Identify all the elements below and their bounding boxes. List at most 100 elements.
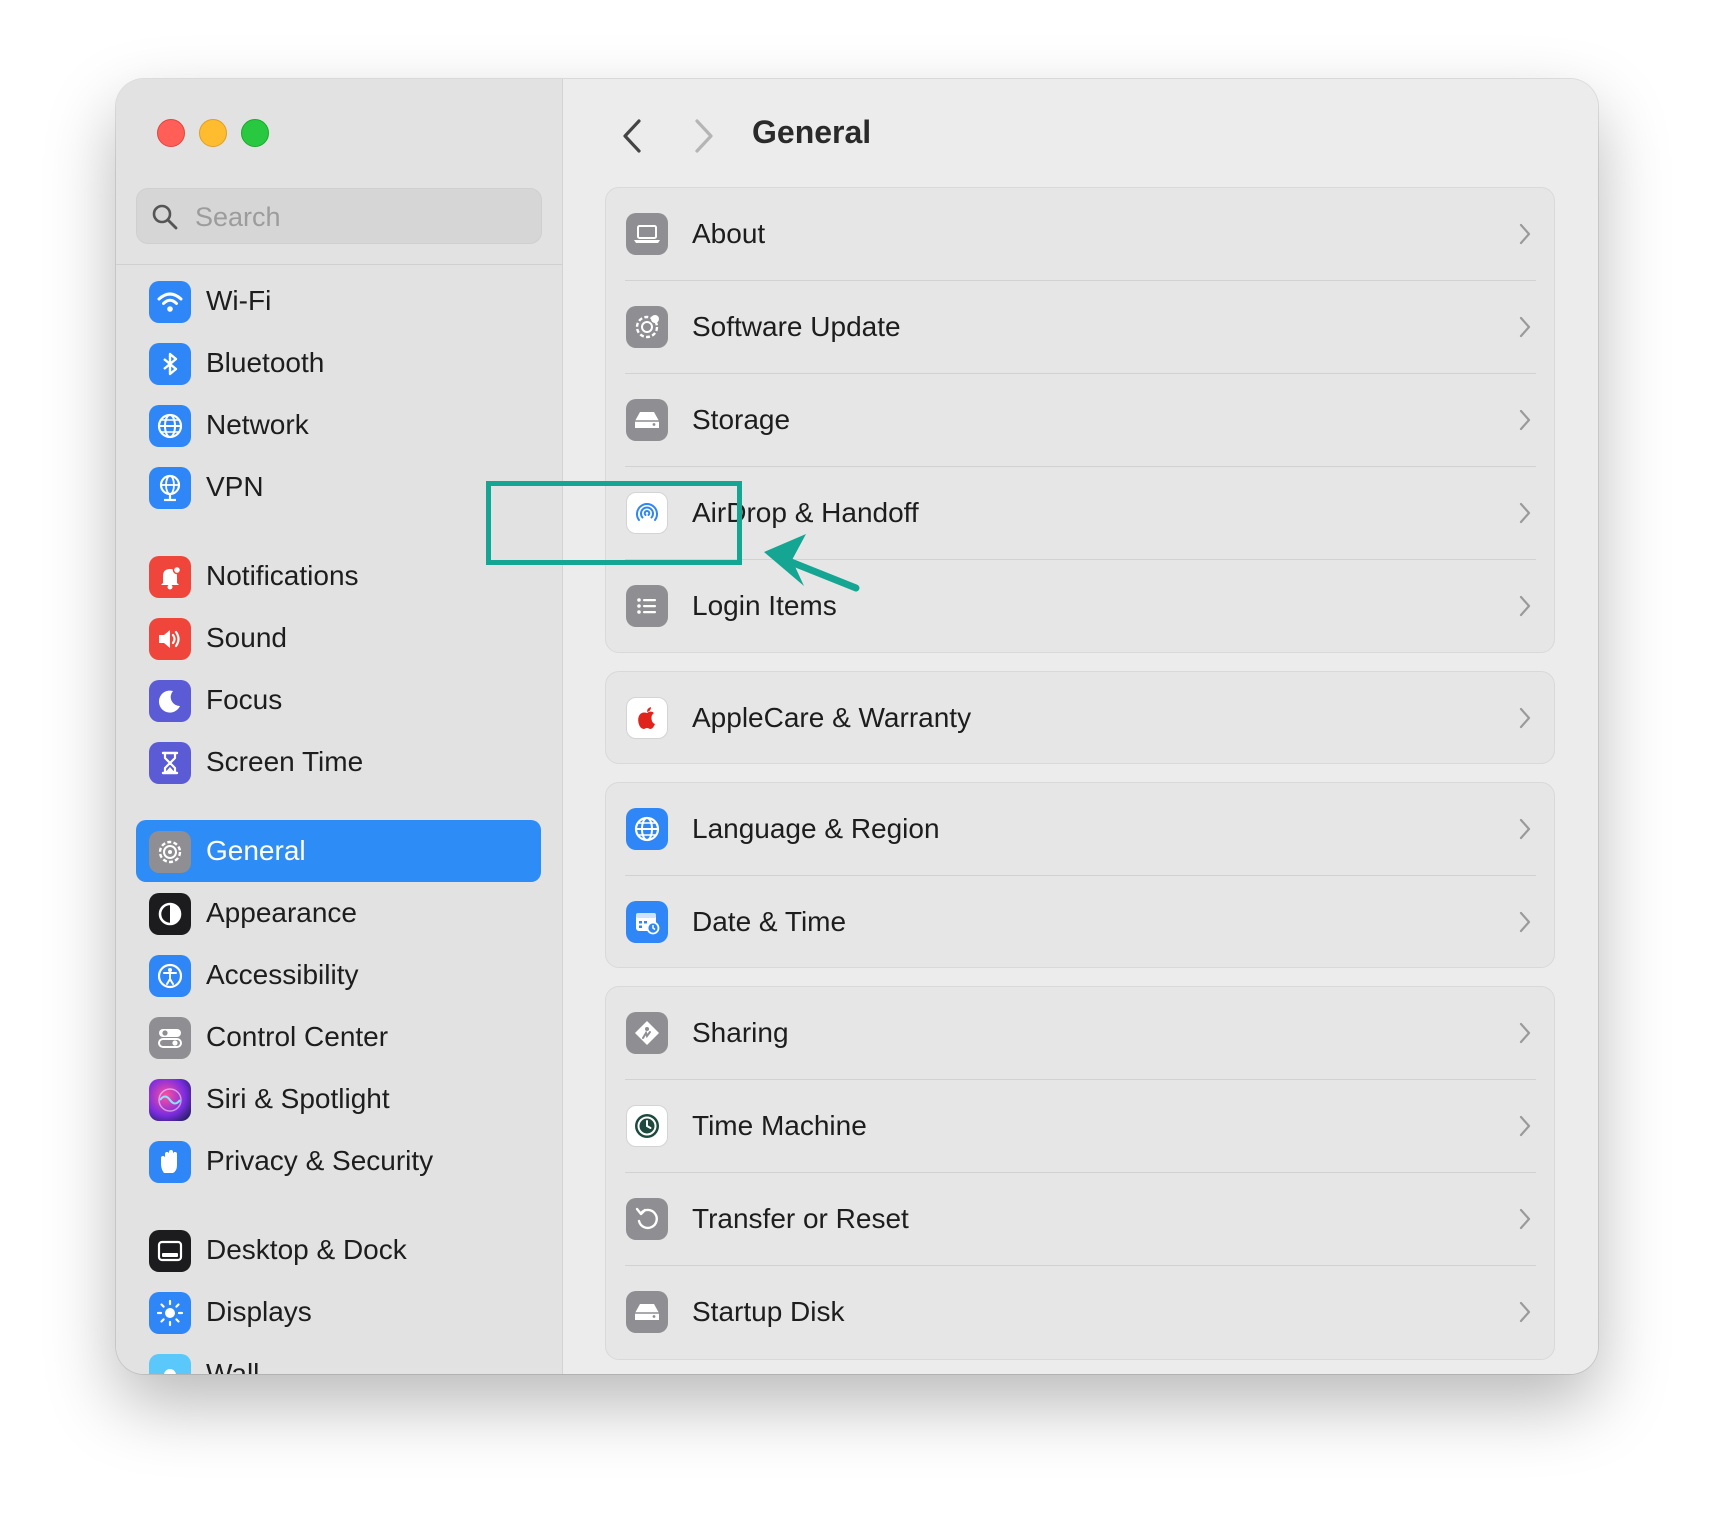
search-field[interactable] [136, 188, 542, 244]
row-storage[interactable]: Storage [606, 374, 1554, 467]
sidebar-item-sound[interactable]: Sound [136, 607, 541, 669]
drive-icon [626, 1291, 668, 1333]
minimize-button[interactable] [199, 119, 227, 147]
settings-group-applecare: AppleCare & Warranty [605, 671, 1555, 764]
forward-button[interactable] [685, 115, 721, 157]
gear-badge-icon [626, 306, 668, 348]
row-label: AppleCare & Warranty [692, 702, 972, 733]
row-transfer-reset[interactable]: Transfer or Reset [606, 1173, 1554, 1266]
sidebar-item-label: Control Center [206, 1021, 389, 1052]
row-airdrop-handoff[interactable]: AirDrop & Handoff [606, 467, 1554, 560]
sidebar-item-displays[interactable]: Displays [136, 1281, 541, 1343]
siri-icon [149, 1079, 191, 1121]
bell-icon [149, 556, 191, 598]
sidebar-item-wallpaper[interactable]: Wall [136, 1343, 541, 1374]
sidebar-item-label: Desktop & Dock [206, 1234, 407, 1265]
chevron-right-icon [1519, 1301, 1531, 1323]
apple-icon [626, 697, 668, 739]
sidebar-item-privacy-security[interactable]: Privacy & Security [136, 1130, 541, 1192]
row-sharing[interactable]: Sharing [606, 987, 1554, 1080]
login-items-highlight-box [486, 481, 742, 565]
sidebar-item-label: Sound [206, 622, 287, 653]
row-time-machine[interactable]: Time Machine [606, 1080, 1554, 1173]
dock-icon [149, 1230, 191, 1272]
globe-icon [626, 808, 668, 850]
settings-group-locale: Language & Region Date & Time [605, 782, 1555, 968]
chevron-right-icon [1519, 223, 1531, 245]
row-language-region[interactable]: Language & Region [606, 783, 1554, 876]
close-button[interactable] [157, 119, 185, 147]
row-label: Time Machine [692, 1110, 867, 1141]
search-icon [152, 204, 178, 230]
sidebar: Wi-Fi Bluetooth Network VPN Notificati [116, 79, 563, 1374]
row-label: Startup Disk [692, 1296, 845, 1327]
back-button[interactable] [615, 115, 651, 157]
row-label: Storage [692, 404, 791, 435]
row-software-update[interactable]: Software Update [606, 281, 1554, 374]
moon-icon [149, 680, 191, 722]
sidebar-item-general[interactable]: General [136, 820, 541, 882]
row-date-time[interactable]: Date & Time [606, 876, 1554, 969]
chevron-right-icon [1519, 818, 1531, 840]
chevron-right-icon [1519, 911, 1531, 933]
search-input[interactable] [193, 197, 527, 237]
row-label: Date & Time [692, 906, 847, 937]
row-label: About [692, 218, 766, 249]
vpn-globe-icon [149, 467, 191, 509]
sidebar-item-bluetooth[interactable]: Bluetooth [136, 332, 541, 394]
row-startup-disk[interactable]: Startup Disk [606, 1266, 1554, 1359]
page-title: General [752, 114, 872, 150]
sidebar-item-label: Bluetooth [206, 347, 325, 378]
sidebar-item-label: General [206, 835, 306, 866]
sharing-icon [626, 1012, 668, 1054]
sidebar-item-label: Wall [206, 1358, 260, 1374]
sidebar-item-label: Notifications [206, 560, 359, 591]
sidebar-item-screen-time[interactable]: Screen Time [136, 731, 541, 793]
sidebar-item-wifi[interactable]: Wi-Fi [136, 270, 541, 332]
sidebar-item-label: VPN [206, 471, 264, 502]
row-login-items[interactable]: Login Items [606, 560, 1554, 653]
chevron-right-icon [1519, 595, 1531, 617]
row-about[interactable]: About [606, 188, 1554, 281]
row-label: Transfer or Reset [692, 1203, 909, 1234]
sidebar-item-label: Displays [206, 1296, 312, 1327]
list-icon [626, 585, 668, 627]
sidebar-item-focus[interactable]: Focus [136, 669, 541, 731]
sidebar-item-label: Network [206, 409, 309, 440]
chevron-right-icon [1519, 707, 1531, 729]
zoom-button[interactable] [241, 119, 269, 147]
hand-icon [149, 1141, 191, 1183]
wifi-icon [149, 281, 191, 323]
chevron-right-icon [1519, 502, 1531, 524]
settings-group-system: About Software Update Storage AirDrop & … [605, 187, 1555, 653]
sidebar-item-label: Focus [206, 684, 283, 715]
sidebar-item-vpn[interactable]: VPN [136, 456, 541, 518]
chevron-right-icon [1519, 316, 1531, 338]
globe-icon [149, 405, 191, 447]
calendar-clock-icon [626, 901, 668, 943]
gear-icon [149, 831, 191, 873]
row-applecare-warranty[interactable]: AppleCare & Warranty [606, 672, 1554, 765]
reset-icon [626, 1198, 668, 1240]
sidebar-item-accessibility[interactable]: Accessibility [136, 944, 541, 1006]
main-pane: General About Software Update Storage Ai… [563, 79, 1598, 1374]
laptop-icon [626, 213, 668, 255]
sidebar-item-label: Screen Time [206, 746, 364, 777]
sidebar-item-appearance[interactable]: Appearance [136, 882, 541, 944]
appearance-icon [149, 893, 191, 935]
settings-window: Wi-Fi Bluetooth Network VPN Notificati [116, 79, 1598, 1374]
sidebar-item-label: Siri & Spotlight [206, 1083, 390, 1114]
settings-group-sharing: Sharing Time Machine Transfer or Reset S… [605, 986, 1555, 1360]
row-label: Sharing [692, 1017, 789, 1048]
row-label: Software Update [692, 311, 901, 342]
chevron-right-icon [1519, 1208, 1531, 1230]
sidebar-item-desktop-dock[interactable]: Desktop & Dock [136, 1219, 541, 1281]
toggles-icon [149, 1017, 191, 1059]
sidebar-item-notifications[interactable]: Notifications [136, 545, 541, 607]
sidebar-item-label: Appearance [206, 897, 358, 928]
sidebar-item-network[interactable]: Network [136, 394, 541, 456]
sidebar-item-siri-spotlight[interactable]: Siri & Spotlight [136, 1068, 541, 1130]
sidebar-item-control-center[interactable]: Control Center [136, 1006, 541, 1068]
sun-icon [149, 1292, 191, 1334]
chevron-right-icon [1519, 1022, 1531, 1044]
